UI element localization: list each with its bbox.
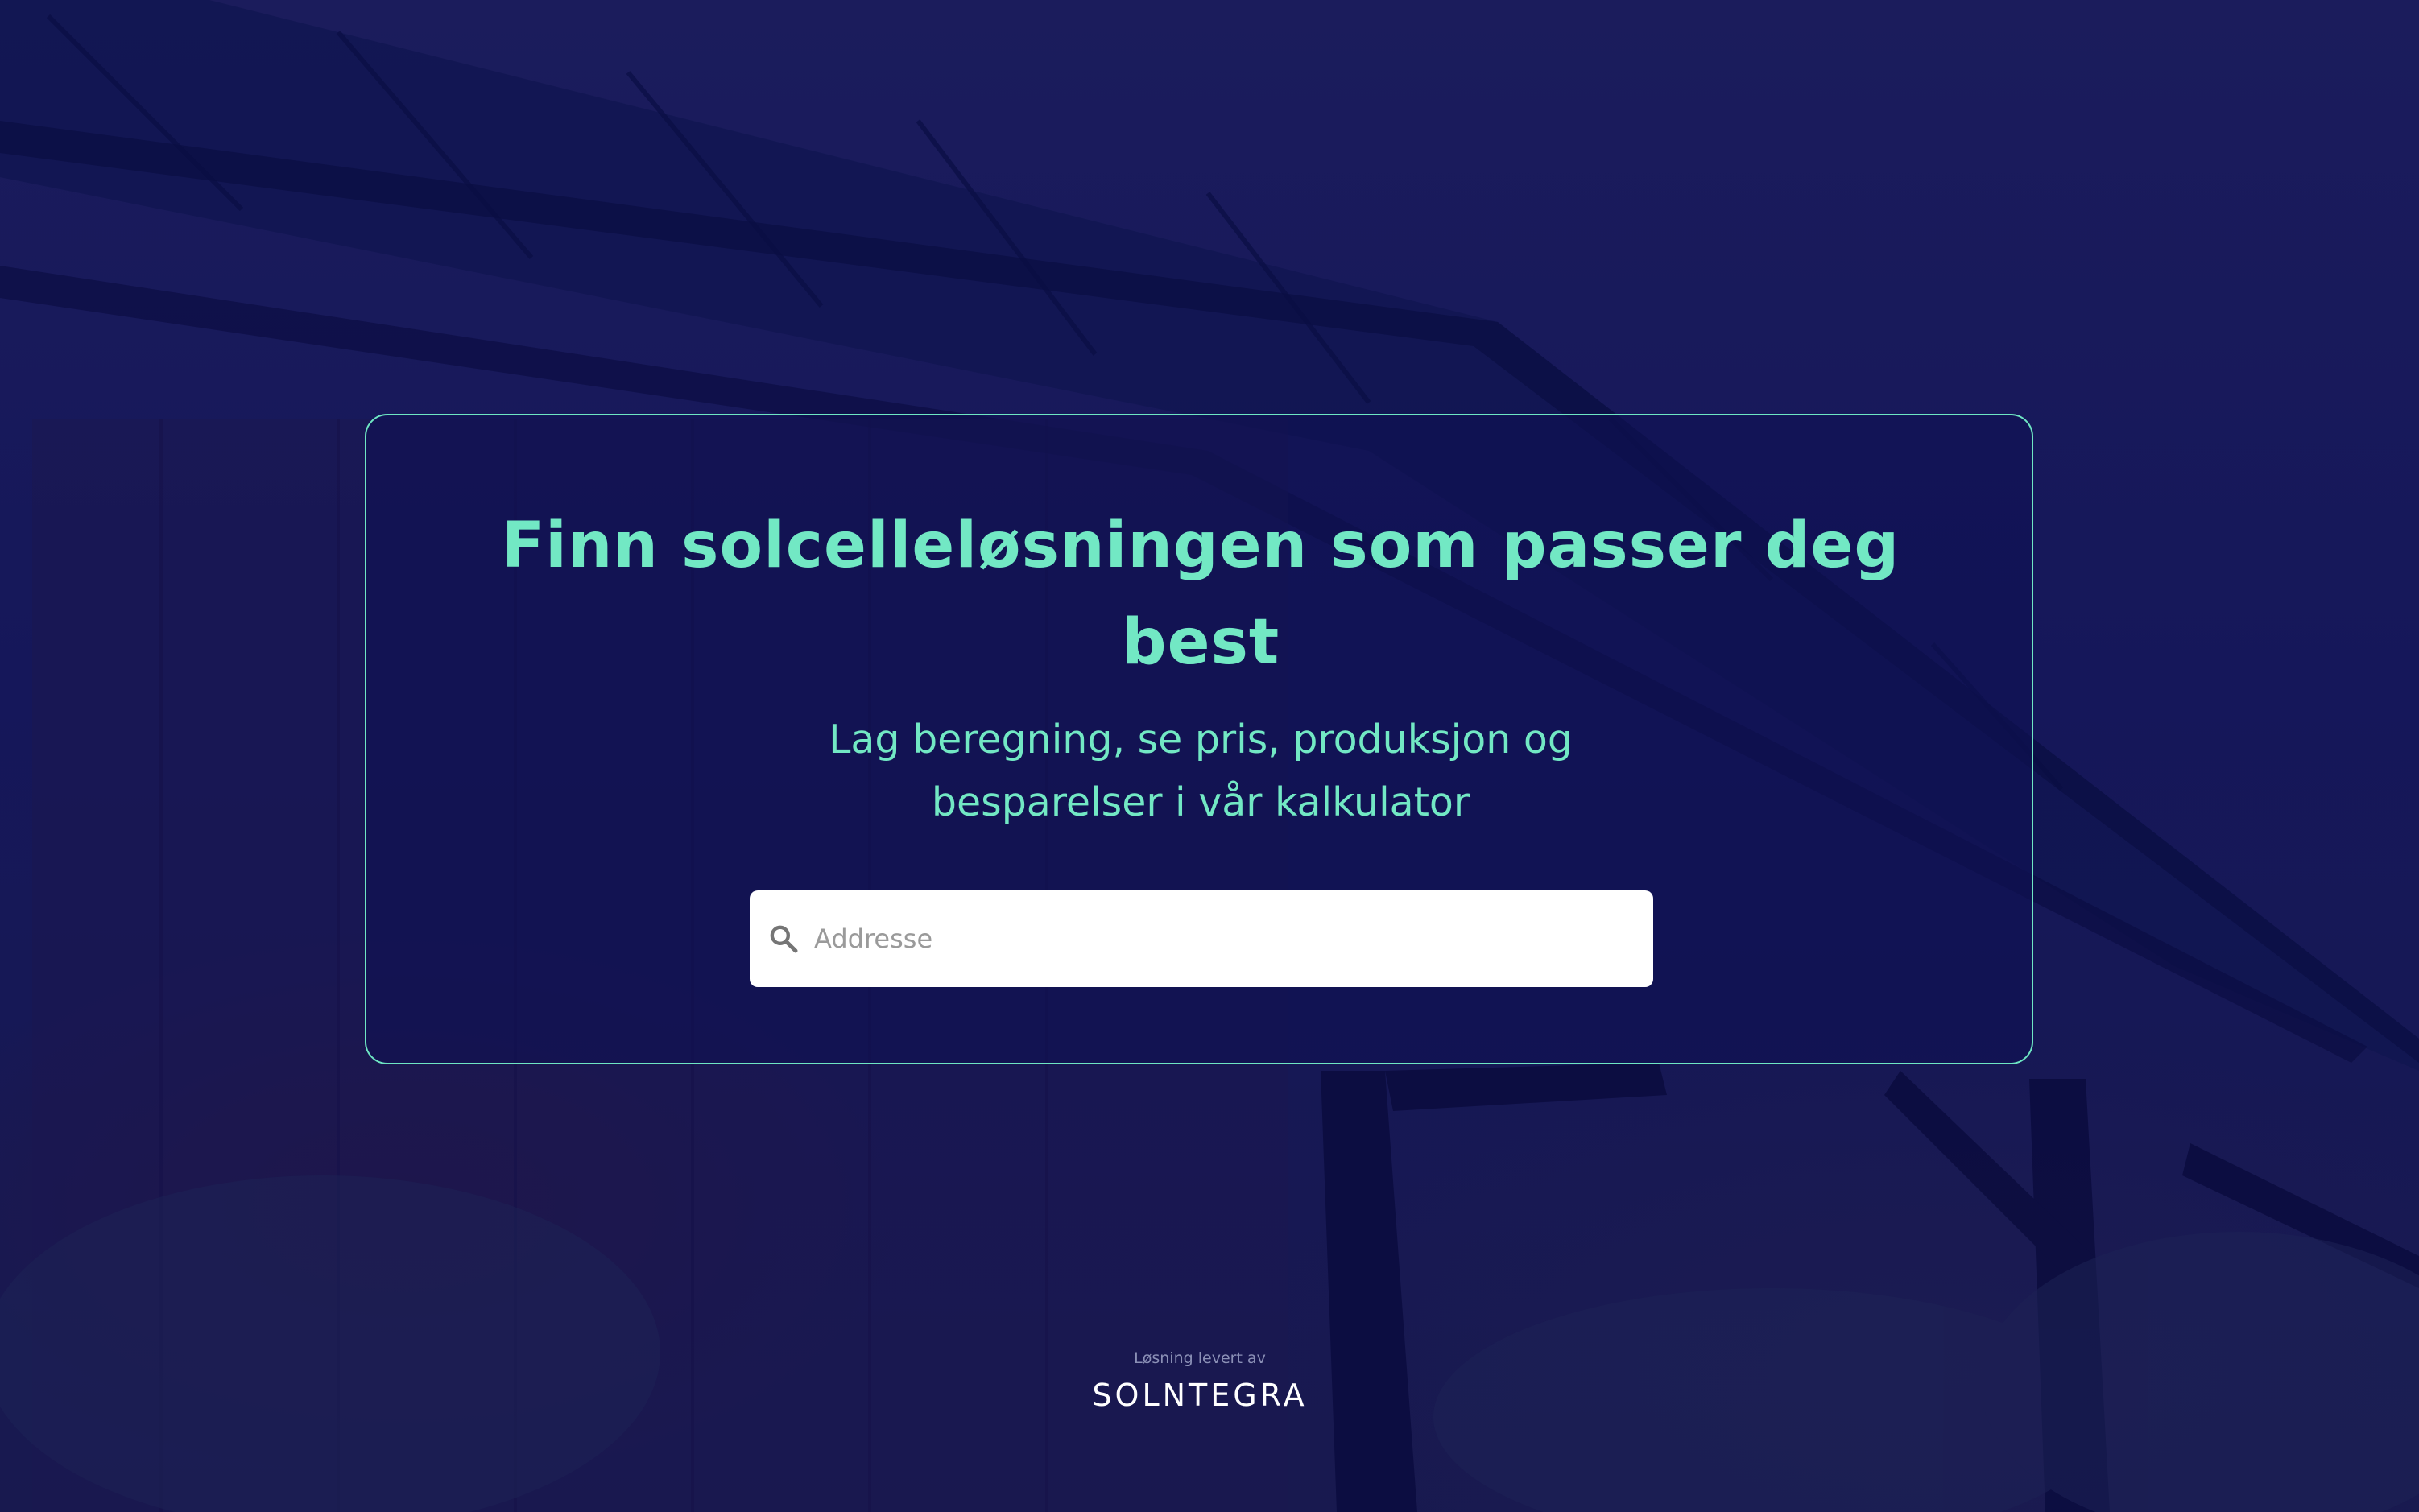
page-subtitle-line-2: besparelser i vår kalkulator	[931, 779, 1470, 825]
address-search-box[interactable]	[750, 890, 1653, 987]
page-subtitle: Lag beregning, se pris, produksjon og be…	[637, 708, 1764, 834]
provided-by-label: Løsning levert av	[1134, 1349, 1266, 1367]
solintegra-logo[interactable]: SOLNTEGRA	[1008, 1375, 1391, 1415]
hero-card: Finn solcelleløsningen som passer deg be…	[365, 414, 2033, 1064]
search-icon	[767, 923, 800, 955]
page-title-line-2: best	[1121, 606, 1280, 679]
footer-credit: Løsning levert av SOLNTEGRA	[1008, 1346, 1391, 1415]
address-input[interactable]	[814, 890, 1635, 987]
page-subtitle-line-1: Lag beregning, se pris, produksjon og	[829, 717, 1573, 762]
page-title-line-1: Finn solcelleløsningen som passer deg	[501, 510, 1900, 582]
page-title: Finn solcelleløsningen som passer deg be…	[366, 498, 2035, 691]
